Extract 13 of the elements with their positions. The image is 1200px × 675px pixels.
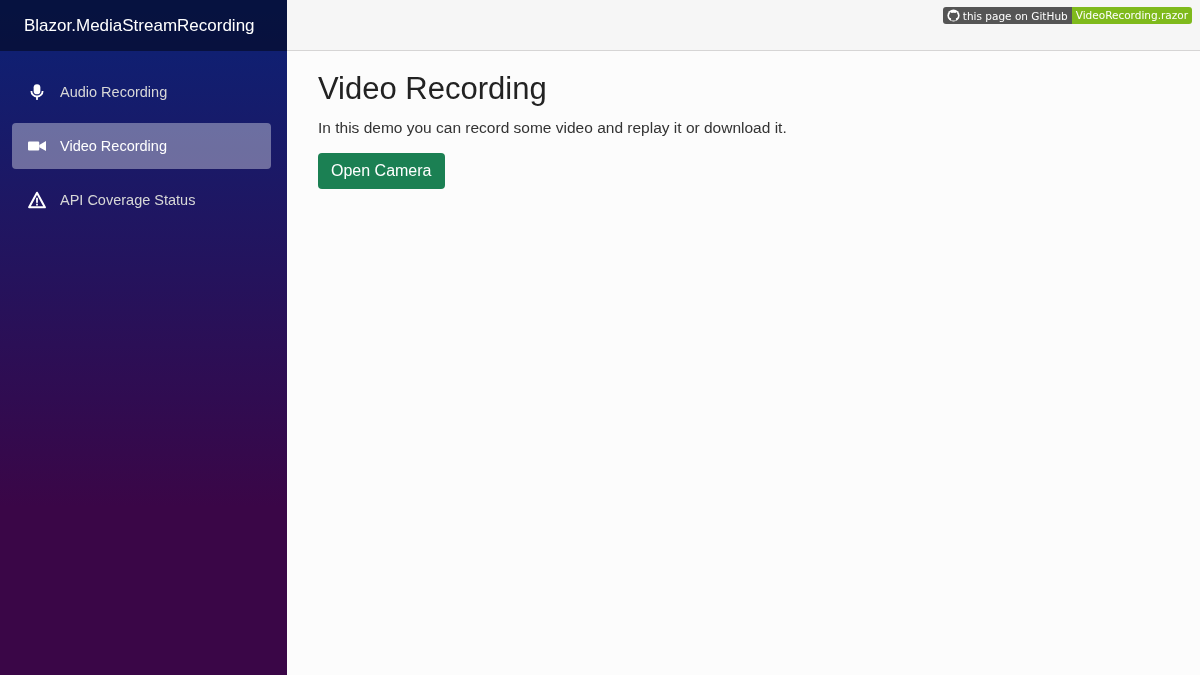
warning-icon — [28, 191, 46, 209]
microphone-icon — [28, 83, 46, 101]
open-camera-button[interactable]: Open Camera — [318, 153, 445, 189]
app-title[interactable]: Blazor.MediaStreamRecording — [24, 15, 255, 36]
github-link-label: this page on GitHub — [942, 7, 1072, 24]
github-badge[interactable]: this page on GitHub VideoRecording.razor — [942, 7, 1192, 24]
page-description: In this demo you can record some video and replay it or download it. — [318, 119, 788, 137]
file-name-label: VideoRecording.razor — [1071, 7, 1192, 24]
nav-item[interactable]: API Coverage Status — [12, 177, 271, 223]
github-icon — [946, 9, 960, 22]
page-title: Video Recording — [318, 71, 548, 107]
nav-item[interactable]: Audio Recording — [12, 69, 271, 115]
nav-item[interactable]: Video Recording — [12, 123, 271, 169]
